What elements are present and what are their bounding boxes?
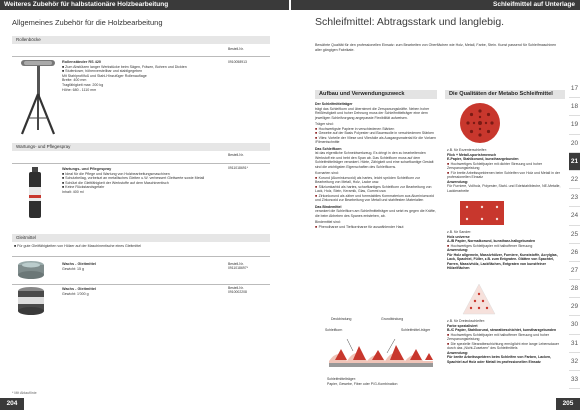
text-block: Anwendung: Für Holz allgemein, Massivhölz… xyxy=(447,248,558,270)
section-rollenboecke: Rollenböcke xyxy=(12,36,270,44)
col2-text-block3: z.B. für Dreieckschleifer: Farbe spezial… xyxy=(447,319,565,364)
chapter-tab[interactable]: 27 xyxy=(569,262,580,281)
col2-text-block2: z.B. für Sander: Holz universe A-/B Papie… xyxy=(447,230,565,271)
triangle-pad-image xyxy=(462,283,496,315)
bullet-item: Für breite Arbeitsspektrenen beim Schlei… xyxy=(447,171,565,180)
divider xyxy=(12,56,270,57)
product-line: Inhalt: 400 ml xyxy=(62,189,84,194)
bestnr-value: 0910002208 xyxy=(228,290,247,294)
product-wartungsspray: Wartungs- und Pflegespray ■ Ideal für di… xyxy=(62,167,262,195)
right-page: Schleifmittel: Abtragsstark und langlebi… xyxy=(291,10,580,410)
product-wachs-small: Wachs - Gleitmittel Gewicht: 15 g xyxy=(62,262,212,271)
diagram-caption: Schleifmittelträger: Papier, Gewebe, Fib… xyxy=(327,377,437,386)
chapter-tab[interactable]: 23 xyxy=(569,189,580,208)
chapter-tab[interactable]: 26 xyxy=(569,244,580,262)
text-block: Flick + Metall-sportshmensch E-Papier, St… xyxy=(447,152,519,162)
bullet-item: Siliziumkarbid als hartes, scharfkantige… xyxy=(315,185,437,194)
chapter-tab[interactable]: 20 xyxy=(569,135,580,153)
product-title: Wartungs- und Pflegespray xyxy=(62,167,112,171)
chapter-tab[interactable]: 18 xyxy=(569,98,580,117)
section-bar: Gleitmittel xyxy=(12,234,270,242)
label-schleifkorn: Schleifkorn xyxy=(325,328,343,332)
product-title: Wachs - Gleitmittel xyxy=(62,287,97,291)
divider xyxy=(12,284,270,285)
col1-heading: Aufbau und Verwendungszweck xyxy=(315,90,437,99)
text-block: Anwendung: Für breite Arbeitsspektren bei… xyxy=(447,350,552,364)
chapter-tab[interactable]: 24 xyxy=(569,207,580,226)
bullet-item: Hochwertiges Schleifpapier mit dichter S… xyxy=(447,162,565,171)
col2-heading: Die Qualitäten der Metabo Schleifmittel xyxy=(445,90,565,99)
chapter-tab[interactable]: 29 xyxy=(569,298,580,317)
cross-section-graphic xyxy=(329,339,433,367)
header-left-title: Weiteres Zubehör für halbstationäre Holz… xyxy=(0,0,289,10)
chapter-tab[interactable]: 22 xyxy=(569,171,580,190)
chapter-tab[interactable]: 17 xyxy=(569,80,580,99)
section-gleitmittel: Gleitmittel xyxy=(12,234,270,242)
chapter-tab-strip: 17 18 19 20 21 22 23 24 25 26 27 28 29 3… xyxy=(569,80,580,390)
chapter-tab[interactable]: 19 xyxy=(569,116,580,135)
abrasive-diagram: Deckbindung Grundbindung Schleifkorn Sch… xyxy=(325,317,437,393)
chapter-tab[interactable]: 32 xyxy=(569,353,580,371)
right-page-title: Schleifmittel: Abtragsstark und langlebi… xyxy=(315,16,505,28)
chapter-tab[interactable]: 25 xyxy=(569,226,580,244)
col2-text-block1: z.B. für Exzenterschleifer: Flick + Meta… xyxy=(447,148,565,193)
footnote: * Mit Ablauflinie xyxy=(12,391,37,395)
text-block: Das Schleifkorn ist das eigentliche Schne… xyxy=(315,146,434,169)
text-block: Anwendung: Für Furniere, Vollholz, Polyes… xyxy=(447,179,561,193)
chapter-tab[interactable]: 33 xyxy=(569,371,580,390)
product-rollenstaender: Rollenständer RS 420 ■ Zum Abstützen lan… xyxy=(62,60,222,92)
bullet-item: Die spezielle Stearatbeschichtung ermögl… xyxy=(447,342,565,351)
section-wartungsspray: Wartungs- und Pflegespray xyxy=(12,143,270,151)
product-wachs-large: Wachs - Gleitmittel Gewicht: 1'000 g xyxy=(62,287,212,296)
bestnr-label: Bestell-Nr. xyxy=(228,153,244,157)
bestnr-value: 0910058913 xyxy=(228,60,247,64)
text-block: Der Schleifmittelträger trägt das Schleif… xyxy=(315,102,430,120)
bullet-item: Zirkonkorund als zäher und formstabiles … xyxy=(315,194,437,203)
left-page-title: Allgemeines Zubehör für die Holzbearbeit… xyxy=(12,18,163,27)
intro-text: Bewährte Qualität für den professionelle… xyxy=(315,43,557,52)
bestnr-label: Bestell-Nr. xyxy=(228,47,244,51)
chapter-tab[interactable]: 31 xyxy=(569,335,580,353)
product-title: Rollenständer RS 420 xyxy=(62,60,102,64)
product-title: Wachs - Gleitmittel xyxy=(62,262,97,266)
product-line: Gewicht: 1'000 g xyxy=(62,291,89,296)
sanding-sheet-image xyxy=(460,201,504,225)
label-schleifmitteltraeger: Schleifmittel-träger xyxy=(401,328,431,332)
bullet-item: Phenolharze und Tiefkornharze für auswäh… xyxy=(315,225,437,230)
section-bar: Wartungs- und Pflegespray xyxy=(12,143,270,151)
text-block: Das Bindemittel verankert die Schleifkorn… xyxy=(315,204,436,218)
section-bar: Rollenböcke xyxy=(12,36,270,44)
bullet-item: Hochwertiges Schleifpapier mit halboffen… xyxy=(447,333,565,342)
label-grundbindung: Grundbindung xyxy=(381,317,404,321)
label-deckbindung: Deckbindung xyxy=(331,317,352,321)
roller-stand-image xyxy=(20,60,56,135)
spray-can-image xyxy=(29,167,41,218)
caption-line: Papier, Gewebe, Fiber oder P/G-Kombinati… xyxy=(327,381,398,386)
col1-text: Der Schleifmittelträger trägt das Schleif… xyxy=(315,102,437,229)
bullet-item: Korund (Aluminiumoxid) als hartes, leich… xyxy=(315,176,437,185)
abrasive-disc-image xyxy=(460,103,500,143)
chapter-tab[interactable]: 30 xyxy=(569,316,580,335)
chapter-tab[interactable]: 28 xyxy=(569,280,580,299)
left-page: Allgemeines Zubehör für die Holzbearbeit… xyxy=(0,10,289,410)
text-block: Farbe spezialisiert B-/C Papier, Stahlkor… xyxy=(447,323,557,333)
bullet-item: Vlies: Vorteile der Vliese und Vliesfoli… xyxy=(315,136,437,145)
wax-tin-small-image xyxy=(18,261,44,279)
header-right-title: Schleifmittel auf Unterlage xyxy=(291,0,580,10)
divider xyxy=(12,163,270,164)
chapter-tab-active[interactable]: 21 xyxy=(569,152,580,171)
bullet-item: Gewebe auf der Basis Polyester und Baumw… xyxy=(315,131,437,136)
divider xyxy=(12,256,270,257)
product-line: Gewicht: 15 g xyxy=(62,266,84,271)
page-number-left: 204 xyxy=(0,398,24,410)
gleitmittel-note: ■ Für gute Gleitfähigkeiten von Hölzer a… xyxy=(14,244,142,248)
product-line: Höhe: 680 - 1110 mm xyxy=(62,87,97,92)
wax-tin-large-image xyxy=(18,287,44,315)
bestnr-value: 0911018697* xyxy=(228,266,248,270)
text-block: Holz universe A-/B Papier, Normalkorund, … xyxy=(447,234,536,244)
page-number-right: 205 xyxy=(556,398,580,410)
